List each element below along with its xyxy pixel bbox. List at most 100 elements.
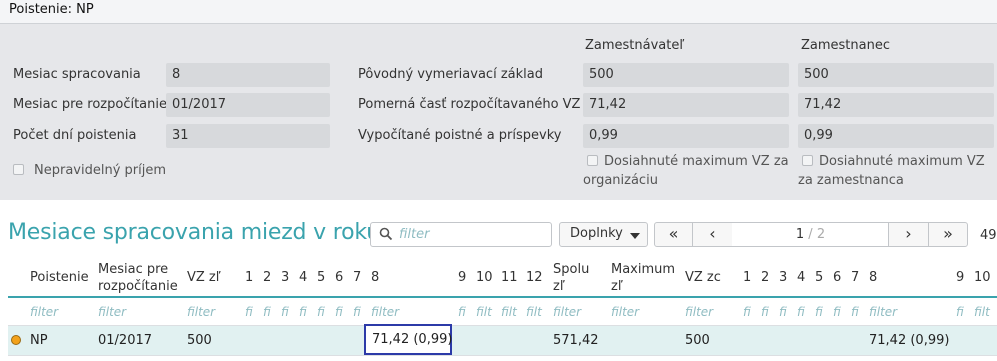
col-header-z1[interactable]: 1 (743, 269, 751, 286)
filter-m5[interactable]: fi (317, 305, 325, 319)
col-header-vzzc[interactable]: VZ zc (685, 269, 721, 286)
proportional-vz-employee-field[interactable]: 71,42 (798, 93, 994, 117)
col-header-z3[interactable]: 3 (779, 269, 787, 286)
col-header-z6[interactable]: 6 (833, 269, 841, 286)
filter-z5[interactable]: fi (815, 305, 823, 319)
pager-total-pages: / 2 (804, 227, 826, 242)
filter-poistenie[interactable]: filter (30, 305, 58, 319)
filter-z9[interactable]: fi (956, 305, 964, 319)
proportional-vz-label: Pomerná časť rozpočítavaného VZ (358, 97, 581, 112)
status-dot-icon (11, 335, 21, 345)
col-header-m5[interactable]: 5 (317, 269, 325, 286)
col-header-z2[interactable]: 2 (761, 269, 769, 286)
filter-z10[interactable]: filt (974, 305, 990, 319)
filter-z3[interactable]: fi (779, 305, 787, 319)
filter-m10[interactable]: filt (476, 305, 492, 319)
filter-m12[interactable]: filt (526, 305, 542, 319)
calculated-premium-employer-field[interactable]: 0,99 (583, 124, 789, 148)
base-assessment-label: Pôvodný vymeriavací základ (358, 67, 543, 82)
allocation-month-label: Mesiac pre rozpočítanie (13, 97, 168, 112)
header-underline (8, 296, 997, 298)
col-header-m8[interactable]: 8 (371, 269, 379, 286)
caret-down-icon (630, 233, 640, 239)
col-header-z10[interactable]: 10 (974, 269, 991, 286)
cell-poistenie: NP (30, 333, 48, 348)
filter-z8[interactable]: filter (869, 305, 897, 319)
table-row[interactable] (8, 326, 997, 355)
cell-vzzc: 500 (685, 333, 710, 348)
pager-first-button[interactable]: « (654, 222, 693, 247)
insurance-days-label: Počet dní poistenia (13, 128, 137, 143)
insurance-detail-panel: Poistenie: NP Zamestnávateľ Zamestnanec … (0, 0, 997, 200)
filter-m8[interactable]: filter (371, 305, 399, 319)
calculated-premium-employee-field[interactable]: 0,99 (798, 124, 994, 148)
search-box[interactable] (370, 222, 552, 247)
filter-maximum[interactable]: filter (611, 305, 639, 319)
filter-z7[interactable]: fi (851, 305, 859, 319)
col-header-z4[interactable]: 4 (797, 269, 805, 286)
col-header-z8[interactable]: 8 (869, 269, 877, 286)
filter-m7[interactable]: fi (353, 305, 361, 319)
pager-last-button[interactable]: » (928, 222, 968, 247)
col-header-m4[interactable]: 4 (299, 269, 307, 286)
irregular-income-checkbox[interactable] (13, 164, 24, 175)
filter-vzzc[interactable]: filter (685, 305, 713, 319)
filter-z1[interactable]: fi (743, 305, 751, 319)
col-header-z5[interactable]: 5 (815, 269, 823, 286)
filter-vz[interactable]: filter (187, 305, 215, 319)
filter-m4[interactable]: fi (299, 305, 307, 319)
pager-current-page: 1 (795, 227, 805, 242)
pager-prev-button[interactable]: ‹ (692, 222, 733, 247)
col-header-vz[interactable]: VZ zľ (187, 269, 221, 286)
proportional-vz-employer-field[interactable]: 71,42 (583, 93, 789, 117)
col-header-m1[interactable]: 1 (245, 269, 253, 286)
row-divider (8, 355, 997, 356)
processing-month-label: Mesiac spracovania (13, 67, 141, 82)
col-header-spolu[interactable]: Spolu zľ (553, 261, 603, 295)
col-header-m2[interactable]: 2 (263, 269, 271, 286)
addons-dropdown-button[interactable]: Doplnky (559, 222, 648, 247)
processing-month-field[interactable]: 8 (166, 63, 330, 87)
filter-m3[interactable]: fi (281, 305, 289, 319)
employee-column-header: Zamestnanec (801, 38, 890, 53)
section-title: Mesiace spracovania miezd v roku (8, 220, 380, 245)
col-header-m3[interactable]: 3 (281, 269, 289, 286)
cell-mesiac: 01/2017 (98, 333, 153, 348)
col-header-m7[interactable]: 7 (353, 269, 361, 286)
col-header-maximum[interactable]: Maximum zľ (611, 261, 681, 295)
allocation-month-field[interactable]: 01/2017 (166, 93, 330, 117)
base-assessment-employer-field[interactable]: 500 (583, 63, 789, 87)
col-header-z7[interactable]: 7 (851, 269, 859, 286)
pager-next-button[interactable]: › (888, 222, 929, 247)
filter-m2[interactable]: fi (263, 305, 271, 319)
col-header-m11[interactable]: 11 (501, 269, 518, 286)
col-header-mesiac[interactable]: Mesiac pre rozpočítanie (98, 261, 183, 295)
employer-column-header: Zamestnávateľ (585, 38, 685, 53)
filter-mesiac[interactable]: filter (98, 305, 126, 319)
col-header-m9[interactable]: 9 (458, 269, 466, 286)
filter-m6[interactable]: fi (335, 305, 343, 319)
col-header-m6[interactable]: 6 (335, 269, 343, 286)
insurance-days-field[interactable]: 31 (166, 124, 330, 148)
pager-page-input[interactable]: 1 / 2 (732, 222, 889, 247)
filter-m9[interactable]: fi (458, 305, 466, 319)
addons-label: Doplnky (570, 226, 623, 241)
filter-m1[interactable]: fi (245, 305, 253, 319)
filter-spolu[interactable]: filter (553, 305, 581, 319)
base-assessment-employee-field[interactable]: 500 (798, 63, 994, 87)
filter-z6[interactable]: fi (833, 305, 841, 319)
col-header-m12[interactable]: 12 (526, 269, 543, 286)
col-header-poistenie[interactable]: Poistenie (30, 269, 89, 286)
col-header-z9[interactable]: 9 (956, 269, 964, 286)
cell-vz: 500 (187, 333, 212, 348)
filter-z4[interactable]: fi (797, 305, 805, 319)
panel-title: Poistenie: NP (9, 2, 94, 17)
col-header-m10[interactable]: 10 (476, 269, 493, 286)
search-input[interactable] (399, 226, 549, 243)
selected-cell-m8[interactable]: 71,42 (0,99) (364, 324, 452, 355)
max-vz-organization-label: Dosiahnuté maximum VZ za organizáciu (583, 154, 789, 188)
search-icon (379, 227, 393, 241)
record-count: 49 (980, 228, 997, 243)
filter-m11[interactable]: filt (501, 305, 517, 319)
filter-z2[interactable]: fi (761, 305, 769, 319)
